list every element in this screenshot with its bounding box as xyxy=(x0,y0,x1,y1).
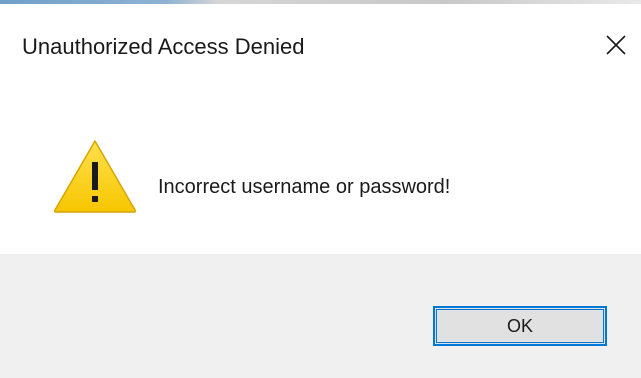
dialog-body: Incorrect username or password! xyxy=(0,86,641,254)
warning-icon xyxy=(53,140,137,213)
title-bar[interactable]: Unauthorized Access Denied xyxy=(0,4,641,86)
dialog-title: Unauthorized Access Denied xyxy=(22,34,305,59)
dialog-footer: OK xyxy=(0,254,641,378)
close-button[interactable] xyxy=(591,22,641,68)
close-icon xyxy=(606,35,626,55)
error-dialog: Unauthorized Access Denied Incorrect use… xyxy=(0,0,641,378)
ok-button[interactable]: OK xyxy=(433,306,607,346)
error-message: Incorrect username or password! xyxy=(158,176,451,198)
